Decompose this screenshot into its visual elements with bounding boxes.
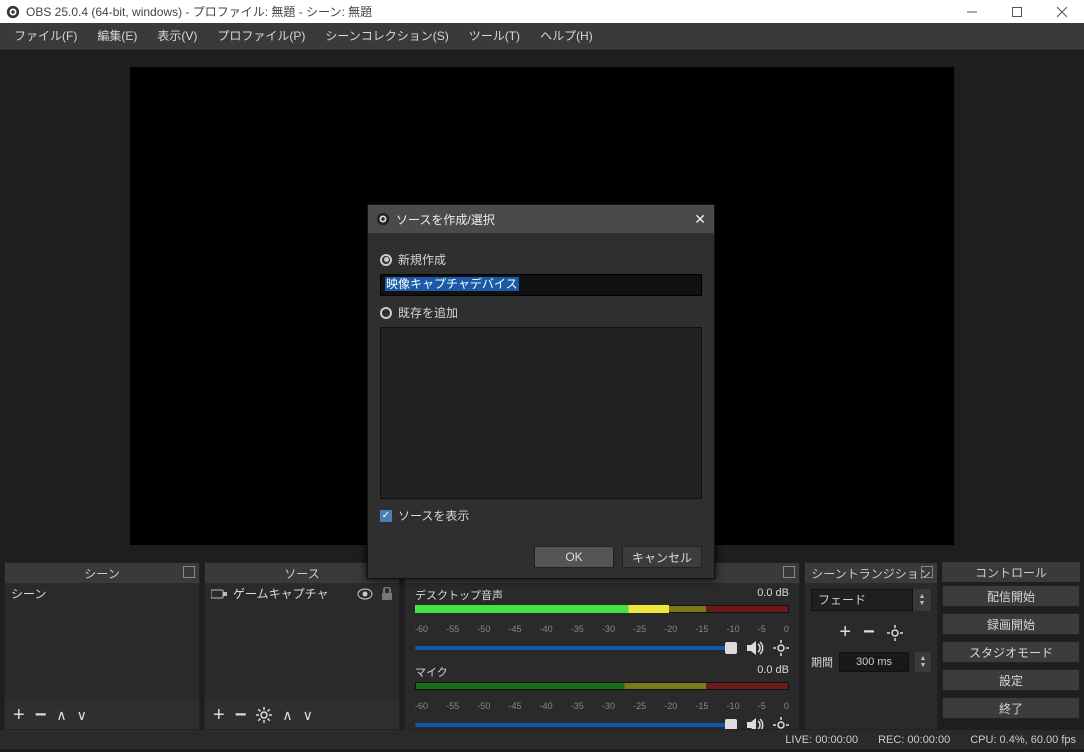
source-down-button[interactable]: ∨ (303, 707, 313, 724)
controls-panel-title: コントロール (975, 564, 1047, 581)
source-item-label: ゲームキャプチャ (233, 583, 329, 605)
menu-scenecollection[interactable]: シーンコレクション(S) (315, 23, 458, 50)
sources-panel-title: ソース (284, 565, 319, 582)
menu-help[interactable]: ヘルプ(H) (530, 23, 603, 50)
panel-popout-icon[interactable] (783, 566, 795, 578)
add-scene-button[interactable]: + (13, 704, 25, 727)
audio-ticks: -60-55-50-45-40-35-30-25-20-15-10-50 (415, 701, 789, 711)
controls-panel: コントロール 配信開始 録画開始 スタジオモード 設定 終了 (942, 562, 1080, 730)
mixer-channel-db: 0.0 dB (757, 664, 789, 680)
channel-settings-icon[interactable] (773, 717, 789, 729)
statusbar: LIVE: 00:00:00 REC: 00:00:00 CPU: 0.4%, … (0, 730, 1084, 749)
menu-tools[interactable]: ツール(T) (459, 23, 530, 50)
menu-view[interactable]: 表示(V) (147, 23, 207, 50)
speaker-icon[interactable] (745, 715, 765, 729)
speaker-icon[interactable] (745, 638, 765, 658)
status-live: LIVE: 00:00:00 (785, 734, 858, 746)
transition-settings-button[interactable] (887, 625, 903, 641)
game-capture-icon (211, 588, 227, 600)
status-cpu: CPU: 0.4%, 60.00 fps (970, 734, 1076, 746)
dialog-title: ソースを作成/選択 (396, 211, 495, 228)
audio-meter (415, 682, 789, 690)
add-existing-radio[interactable] (380, 307, 392, 319)
minimize-button[interactable] (949, 0, 994, 23)
audio-ticks: -60-55-50-45-40-35-30-25-20-15-10-50 (415, 624, 789, 634)
scenes-panel: シーン シーン + − ∧ ∨ (4, 562, 200, 730)
window-title: OBS 25.0.4 (64-bit, windows) - プロファイル: 無… (26, 3, 372, 20)
dialog-close-button[interactable]: ✕ (694, 211, 706, 228)
lock-icon[interactable] (381, 587, 393, 601)
remove-source-button[interactable]: − (235, 704, 247, 727)
source-name-value: 映像キャプチャデバイス (385, 277, 519, 291)
mixer-channel-db: 0.0 dB (757, 587, 789, 603)
audio-mixer-panel: 音声ミキサー デスクトップ音声0.0 dB -60-55-50-45-40-35… (404, 562, 800, 730)
channel-settings-icon[interactable] (773, 640, 789, 656)
mixer-channel-name: マイク (415, 664, 448, 680)
start-recording-button[interactable]: 録画開始 (942, 613, 1080, 635)
source-name-input[interactable]: 映像キャプチャデバイス (380, 274, 702, 296)
source-list-item[interactable]: ゲームキャプチャ (205, 583, 399, 605)
add-existing-label: 既存を追加 (398, 304, 458, 321)
duration-stepper[interactable]: ▲▼ (915, 652, 931, 672)
source-properties-button[interactable] (256, 707, 272, 723)
panel-popout-icon[interactable] (183, 566, 195, 578)
cancel-button[interactable]: キャンセル (622, 546, 702, 568)
menubar: ファイル(F) 編集(E) 表示(V) プロファイル(P) シーンコレクション(… (0, 23, 1084, 50)
duration-input[interactable]: 300 ms (839, 652, 909, 672)
scene-down-button[interactable]: ∨ (77, 707, 87, 724)
audio-meter-fill (415, 605, 669, 613)
obs-logo-icon (376, 212, 390, 226)
maximize-button[interactable] (994, 0, 1039, 23)
create-new-radio[interactable] (380, 254, 392, 266)
volume-slider[interactable] (415, 723, 737, 727)
menu-edit[interactable]: 編集(E) (87, 23, 147, 50)
obs-logo-icon (6, 5, 20, 19)
ok-button[interactable]: OK (534, 546, 614, 568)
scene-up-button[interactable]: ∧ (56, 707, 66, 724)
sources-panel: ソース ゲームキャプチャ + − ∧ ∨ (204, 562, 400, 730)
panel-popout-icon[interactable] (921, 566, 933, 578)
studio-mode-button[interactable]: スタジオモード (942, 641, 1080, 663)
transition-select-arrows[interactable]: ▲▼ (913, 589, 931, 611)
volume-slider[interactable] (415, 646, 737, 650)
existing-sources-list[interactable] (380, 327, 702, 499)
remove-scene-button[interactable]: − (35, 704, 47, 727)
menu-profile[interactable]: プロファイル(P) (207, 23, 315, 50)
source-up-button[interactable]: ∧ (282, 707, 292, 724)
transition-select[interactable]: フェード (811, 589, 913, 611)
scene-item-label: シーン (11, 583, 46, 605)
close-button[interactable] (1039, 0, 1084, 23)
mixer-channel-name: デスクトップ音声 (415, 587, 503, 603)
remove-transition-button[interactable]: − (863, 621, 875, 644)
create-source-dialog: ソースを作成/選択 ✕ 新規作成 映像キャプチャデバイス 既存を追加 ✓ ソースを… (367, 204, 715, 579)
slider-thumb[interactable] (725, 642, 737, 654)
show-source-checkbox[interactable]: ✓ (380, 510, 392, 522)
visibility-icon[interactable] (357, 588, 373, 600)
mixer-channel: マイク 0.0 dB -60-55-50-45-40-35-30-25-20-15… (405, 660, 799, 729)
exit-button[interactable]: 終了 (942, 697, 1080, 719)
transitions-panel: シーントランジション フェード ▲▼ + − 期間 300 ms ▲▼ (804, 562, 938, 730)
window-titlebar: OBS 25.0.4 (64-bit, windows) - プロファイル: 無… (0, 0, 1084, 23)
slider-thumb[interactable] (725, 719, 737, 729)
scenes-panel-title: シーン (84, 565, 119, 582)
show-source-label: ソースを表示 (398, 507, 469, 524)
create-new-label: 新規作成 (398, 251, 446, 268)
transitions-panel-title: シーントランジション (811, 565, 930, 582)
settings-button[interactable]: 設定 (942, 669, 1080, 691)
add-transition-button[interactable]: + (839, 621, 851, 644)
scene-list-item[interactable]: シーン (5, 583, 199, 605)
duration-label: 期間 (811, 654, 833, 670)
add-source-button[interactable]: + (213, 704, 225, 727)
mixer-channel: デスクトップ音声 0.0 dB -60-55-50-45-40-35-30-25-… (405, 583, 799, 660)
status-rec: REC: 00:00:00 (878, 734, 950, 746)
menu-file[interactable]: ファイル(F) (4, 23, 87, 50)
start-streaming-button[interactable]: 配信開始 (942, 585, 1080, 607)
